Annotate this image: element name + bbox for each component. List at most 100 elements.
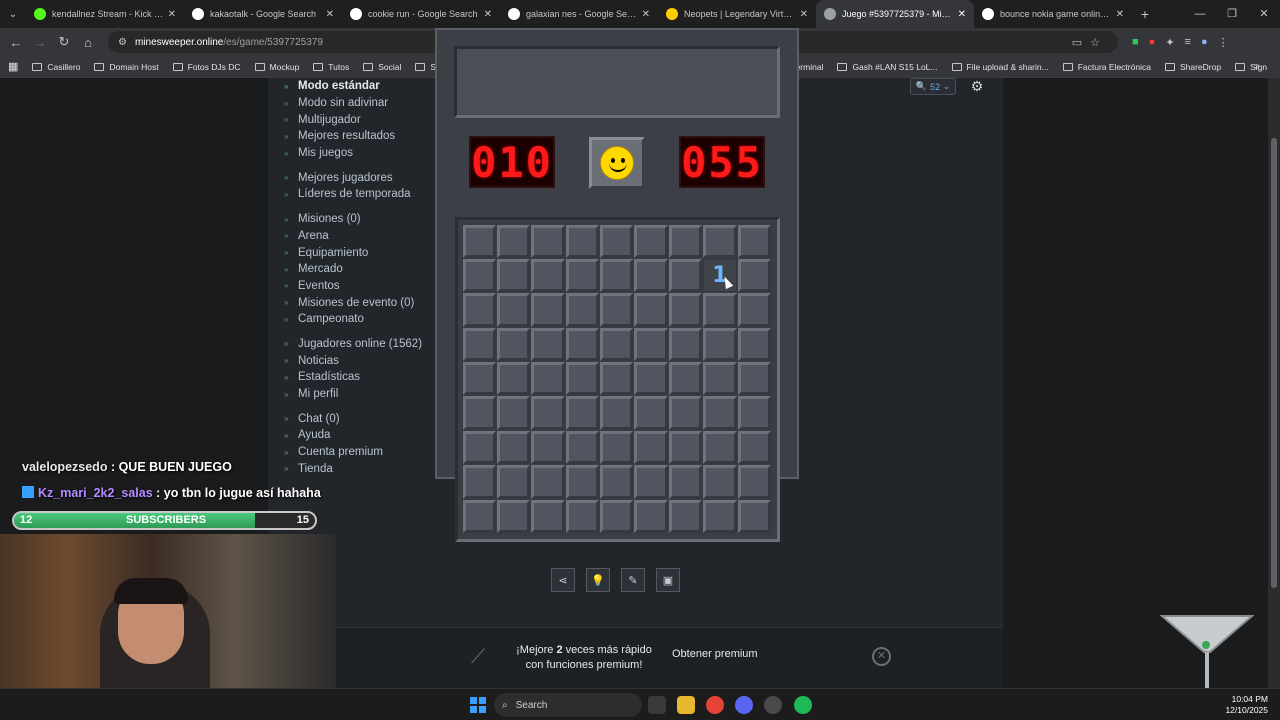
hidden-cell[interactable] — [496, 327, 531, 362]
hidden-cell[interactable] — [462, 327, 496, 362]
browser-tab[interactable]: cookie run - Google Search ✕ — [342, 0, 500, 28]
hidden-cell[interactable] — [496, 293, 531, 327]
hidden-cell[interactable] — [496, 362, 531, 396]
hidden-cell[interactable] — [496, 396, 531, 430]
sidebar-item[interactable]: » Noticias — [284, 352, 424, 369]
page-scrollbar[interactable] — [1268, 78, 1280, 688]
browser-tab[interactable]: galaxian nes - Google Search ✕ — [500, 0, 658, 28]
browser-tab[interactable]: Neopets | Legendary Virtual Pe ✕ — [658, 0, 816, 28]
get-premium-button[interactable]: Obtener premium — [672, 648, 758, 660]
hidden-cell[interactable] — [565, 499, 600, 534]
sidebar-item[interactable]: » Estadísticas — [284, 369, 424, 386]
sidebar-item[interactable]: » Multijugador — [284, 111, 424, 128]
windows-start-icon[interactable] — [470, 697, 486, 713]
screenshot-icon[interactable]: ▣ — [656, 568, 680, 592]
hidden-cell[interactable] — [668, 224, 703, 258]
hidden-cell[interactable] — [600, 224, 634, 258]
sidebar-item[interactable]: » Líderes de temporada — [284, 186, 424, 203]
hidden-cell[interactable] — [668, 293, 703, 327]
hidden-cell[interactable] — [496, 465, 531, 499]
close-tab-icon[interactable]: ✕ — [958, 9, 966, 20]
hidden-cell[interactable] — [496, 499, 531, 534]
tab-search-button[interactable]: ⌄ — [0, 0, 26, 28]
bookmark-item[interactable]: Sign — [1235, 62, 1267, 72]
hidden-cell[interactable] — [496, 224, 531, 258]
sidebar-item[interactable]: » Campeonato — [284, 311, 424, 328]
hidden-cell[interactable] — [703, 396, 737, 430]
hidden-cell[interactable] — [462, 224, 496, 258]
browser-tab[interactable]: kendallnez Stream - Kick Dashb ✕ — [26, 0, 184, 28]
hidden-cell[interactable] — [462, 258, 496, 293]
close-tab-icon[interactable]: ✕ — [484, 9, 492, 20]
hidden-cell[interactable] — [634, 327, 668, 362]
hidden-cell[interactable] — [737, 293, 772, 327]
hidden-cell[interactable] — [634, 362, 668, 396]
hidden-cell[interactable] — [531, 465, 565, 499]
bookmark-item[interactable]: Domain Host — [94, 62, 159, 72]
bookmark-item[interactable]: Tutos — [313, 62, 349, 72]
edit-icon[interactable]: ✎ — [621, 568, 645, 592]
hidden-cell[interactable] — [531, 396, 565, 430]
hidden-cell[interactable] — [668, 430, 703, 465]
more-bookmarks-icon[interactable]: » — [1254, 61, 1260, 72]
sidebar-item[interactable]: » Mejores resultados — [284, 128, 424, 145]
hidden-cell[interactable] — [668, 396, 703, 430]
hidden-cell[interactable] — [531, 258, 565, 293]
sidebar-item[interactable]: » Misiones (0) — [284, 211, 424, 228]
hidden-cell[interactable] — [634, 499, 668, 534]
sidebar-item[interactable]: » Jugadores online (1562) — [284, 336, 424, 353]
sidebar-item[interactable]: » Ayuda — [284, 427, 424, 444]
hidden-cell[interactable] — [600, 430, 634, 465]
browser-tab[interactable]: bounce nokia game online - Go ✕ — [974, 0, 1132, 28]
close-tab-icon[interactable]: ✕ — [168, 9, 176, 20]
sidebar-item[interactable]: » Mercado — [284, 261, 424, 278]
sidebar-item[interactable]: » Mejores jugadores — [284, 169, 424, 186]
bookmark-item[interactable]: Casillero — [32, 62, 80, 72]
hidden-cell[interactable] — [668, 465, 703, 499]
sidebar-item[interactable]: » Arena — [284, 228, 424, 245]
hidden-cell[interactable] — [600, 499, 634, 534]
close-promo-icon[interactable]: ✕ — [872, 647, 891, 666]
hidden-cell[interactable] — [600, 258, 634, 293]
hidden-cell[interactable] — [600, 327, 634, 362]
spotify-icon[interactable] — [794, 696, 812, 714]
hidden-cell[interactable] — [737, 430, 772, 465]
bookmark-star-icon[interactable]: ☆ — [1090, 37, 1108, 49]
extension-red-icon[interactable]: ● — [1149, 36, 1156, 49]
new-tab-button[interactable]: + — [1132, 6, 1158, 22]
hint-bulb-icon[interactable]: 💡 — [586, 568, 610, 592]
hidden-cell[interactable] — [668, 499, 703, 534]
hidden-cell[interactable] — [703, 224, 737, 258]
hidden-cell[interactable] — [531, 430, 565, 465]
bookmark-item[interactable]: Social — [363, 62, 401, 72]
hidden-cell[interactable] — [531, 224, 565, 258]
hidden-cell[interactable] — [600, 362, 634, 396]
hidden-cell[interactable] — [531, 499, 565, 534]
hidden-cell[interactable] — [634, 293, 668, 327]
hidden-cell[interactable] — [462, 430, 496, 465]
hidden-cell[interactable] — [634, 258, 668, 293]
bookmark-item[interactable]: Mockup — [254, 62, 299, 72]
gear-icon[interactable]: ⚙ — [966, 78, 988, 96]
bookmark-item[interactable]: Fotos DJs DC — [172, 62, 241, 72]
close-tab-icon[interactable]: ✕ — [326, 9, 334, 20]
hidden-cell[interactable] — [703, 499, 737, 534]
media-icon[interactable]: ≡ — [1185, 36, 1191, 49]
install-icon[interactable]: ▭ — [1072, 37, 1090, 49]
hidden-cell[interactable] — [634, 396, 668, 430]
hidden-cell[interactable] — [565, 224, 600, 258]
hidden-cell[interactable] — [462, 499, 496, 534]
site-info-icon[interactable]: ⚙ — [118, 37, 127, 48]
hidden-cell[interactable] — [737, 258, 772, 293]
hidden-cell[interactable] — [531, 293, 565, 327]
settings-icon[interactable] — [764, 696, 782, 714]
bookmark-item[interactable]: File upload & sharin... — [951, 62, 1049, 72]
hidden-cell[interactable] — [737, 465, 772, 499]
hidden-cell[interactable] — [737, 362, 772, 396]
hidden-cell[interactable] — [600, 465, 634, 499]
share-icon[interactable]: ⋖ — [551, 568, 575, 592]
sidebar-item[interactable]: » Tienda — [284, 460, 424, 477]
scrollbar-thumb[interactable] — [1271, 138, 1277, 588]
taskbar-search[interactable]: ⌕ Search — [494, 693, 642, 717]
profile-avatar-icon[interactable]: ● — [1201, 36, 1208, 49]
